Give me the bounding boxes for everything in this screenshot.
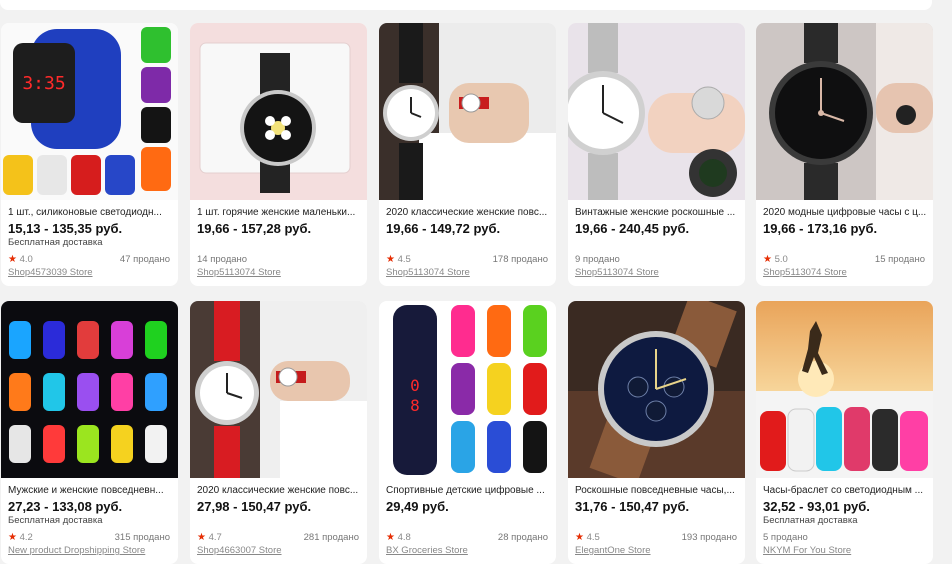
rating-value: 4.0: [19, 254, 33, 265]
store-link[interactable]: ElegantOne Store: [575, 545, 651, 556]
rating: ★ 4.2: [8, 532, 33, 543]
product-card[interactable]: Мужские и женские повседневн... 27,23 - …: [1, 301, 178, 564]
shipping-label: Бесплатная доставка: [8, 515, 103, 526]
product-price: 19,66 - 157,28 руб.: [197, 221, 312, 236]
store-link[interactable]: Shop5113074 Store: [763, 267, 847, 278]
star-icon: ★: [386, 254, 395, 265]
product-price: 19,66 - 240,45 руб.: [575, 221, 690, 236]
sold-count: 28 продано: [497, 532, 548, 543]
star-icon: ★: [197, 532, 206, 543]
star-icon: ★: [763, 254, 772, 265]
store-link[interactable]: New product Dropshipping Store: [8, 545, 145, 556]
product-image[interactable]: [1, 301, 178, 478]
product-title[interactable]: 2020 модные цифровые часы с ц...: [763, 207, 929, 218]
star-icon: ★: [575, 532, 584, 543]
svg-text:0: 0: [410, 376, 420, 395]
rating: ★ 4.7: [197, 532, 222, 543]
product-price: 29,49 руб.: [386, 499, 449, 514]
rating: ★ 4.5: [575, 532, 600, 543]
product-image[interactable]: [756, 301, 933, 478]
star-icon: ★: [8, 254, 17, 265]
product-image[interactable]: [379, 23, 556, 200]
rating-value: 4.7: [208, 532, 222, 543]
product-card[interactable]: 2020 классические женские повс... 27,98 …: [190, 301, 367, 564]
store-link[interactable]: NKYM For You Store: [763, 545, 851, 556]
product-card[interactable]: 2020 модные цифровые часы с ц... 19,66 -…: [756, 23, 933, 286]
rating-value: 4.5: [586, 532, 600, 543]
sold-count: 5 продано: [763, 532, 808, 543]
top-panel-edge: [0, 0, 932, 10]
product-price: 15,13 - 135,35 руб.: [8, 221, 123, 236]
product-card[interactable]: 0 8 Спортивные детские цифровые ... 29,4…: [379, 301, 556, 564]
star-icon: ★: [8, 532, 17, 543]
product-card[interactable]: Роскошные повседневные часы,... 31,76 - …: [568, 301, 745, 564]
product-image[interactable]: 3:35: [1, 23, 178, 200]
product-card[interactable]: Часы-браслет со светодиодным ... 32,52 -…: [756, 301, 933, 564]
sold-count: 193 продано: [681, 532, 737, 543]
sold-count: 315 продано: [114, 532, 170, 543]
product-title[interactable]: Винтажные женские роскошные ...: [575, 207, 741, 218]
product-price: 19,66 - 173,16 руб.: [763, 221, 878, 236]
sold-count: 9 продано: [575, 254, 620, 265]
svg-text:8: 8: [410, 396, 420, 415]
product-image[interactable]: [568, 301, 745, 478]
product-title[interactable]: Мужские и женские повседневн...: [8, 485, 174, 496]
product-price: 31,76 - 150,47 руб.: [575, 499, 690, 514]
product-price: 27,98 - 150,47 руб.: [197, 499, 312, 514]
shipping-label: Бесплатная доставка: [763, 515, 858, 526]
product-title[interactable]: 2020 классические женские повс...: [197, 485, 363, 496]
store-link[interactable]: Shop5113074 Store: [386, 267, 470, 278]
rating: ★ 4.8: [386, 532, 411, 543]
product-card[interactable]: 2020 классические женские повс... 19,66 …: [379, 23, 556, 286]
product-image[interactable]: [190, 301, 367, 478]
sold-count: 178 продано: [492, 254, 548, 265]
rating: ★ 4.5: [386, 254, 411, 265]
product-card[interactable]: 3:35 1 шт., силиконовые светодиодн... 15…: [1, 23, 178, 286]
store-link[interactable]: BX Groceries Store: [386, 545, 468, 556]
product-title[interactable]: 1 шт. горячие женские маленьки...: [197, 207, 363, 218]
rating-value: 4.8: [397, 532, 411, 543]
product-image[interactable]: [190, 23, 367, 200]
rating-value: 4.2: [19, 532, 33, 543]
product-image[interactable]: [756, 23, 933, 200]
product-title[interactable]: Спортивные детские цифровые ...: [386, 485, 552, 496]
sold-count: 47 продано: [119, 254, 170, 265]
product-card[interactable]: 1 шт. горячие женские маленьки... 19,66 …: [190, 23, 367, 286]
rating: ★ 4.0: [8, 254, 33, 265]
product-price: 32,52 - 93,01 руб.: [763, 499, 870, 514]
product-price: 19,66 - 149,72 руб.: [386, 221, 501, 236]
store-link[interactable]: Shop5113074 Store: [197, 267, 281, 278]
product-title[interactable]: 1 шт., силиконовые светодиодн...: [8, 207, 174, 218]
svg-text:3:35: 3:35: [22, 73, 65, 94]
store-link[interactable]: Shop5113074 Store: [575, 267, 659, 278]
product-image[interactable]: 0 8: [379, 301, 556, 478]
product-price: 27,23 - 133,08 руб.: [8, 499, 123, 514]
product-title[interactable]: Роскошные повседневные часы,...: [575, 485, 741, 496]
sold-count: 281 продано: [303, 532, 359, 543]
shipping-label: Бесплатная доставка: [8, 237, 103, 248]
store-link[interactable]: Shop4573039 Store: [8, 267, 93, 278]
sold-count: 14 продано: [197, 254, 248, 265]
product-image[interactable]: [568, 23, 745, 200]
rating: ★ 5.0: [763, 254, 788, 265]
product-title[interactable]: 2020 классические женские повс...: [386, 207, 552, 218]
sold-count: 15 продано: [874, 254, 925, 265]
product-card[interactable]: Винтажные женские роскошные ... 19,66 - …: [568, 23, 745, 286]
star-icon: ★: [386, 532, 395, 543]
store-link[interactable]: Shop4663007 Store: [197, 545, 282, 556]
rating-value: 5.0: [774, 254, 788, 265]
product-title[interactable]: Часы-браслет со светодиодным ...: [763, 485, 929, 496]
rating-value: 4.5: [397, 254, 411, 265]
